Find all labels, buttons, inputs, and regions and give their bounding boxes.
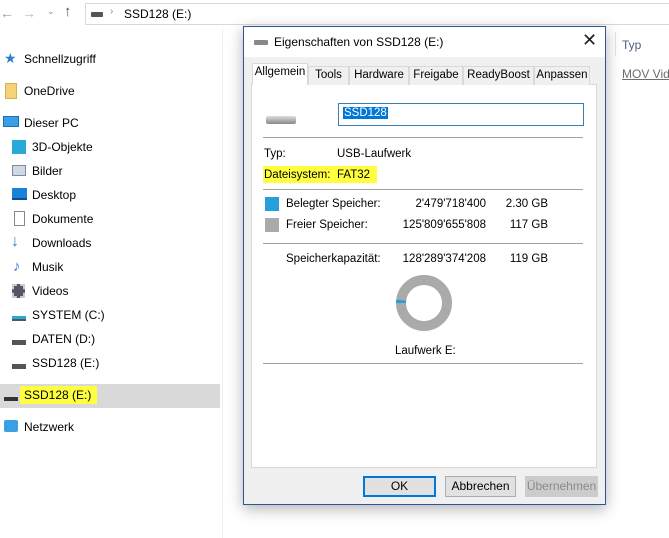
filesystem-value: FAT32 bbox=[337, 169, 371, 181]
back-arrow-icon[interactable]: ← bbox=[0, 5, 14, 21]
drive-letter-label: Laufwerk E: bbox=[395, 345, 456, 357]
capacity-bytes: 128'289'374'208 bbox=[402, 253, 486, 265]
drive-icon bbox=[91, 12, 103, 17]
free-space-size: 117 GB bbox=[509, 219, 548, 231]
cube-icon bbox=[12, 140, 26, 154]
download-arrow-icon: ↓ bbox=[11, 233, 19, 250]
drive-icon bbox=[254, 40, 268, 45]
divider bbox=[263, 137, 583, 138]
file-type-cell[interactable]: MOV Vid bbox=[622, 67, 669, 81]
highlight-marker: SSD128 (E:) bbox=[20, 386, 98, 404]
used-space-size: 2.30 GB bbox=[505, 198, 548, 210]
dialog-title-bar: Eigenschaften von SSD128 (E:) ✕ bbox=[244, 27, 605, 57]
drive-name-input[interactable]: SSD128 bbox=[338, 103, 584, 126]
forward-arrow-icon[interactable]: → bbox=[22, 5, 36, 21]
drive-large-icon bbox=[266, 116, 296, 124]
desktop-icon bbox=[12, 188, 27, 200]
filesystem-label: Dateisystem: bbox=[264, 169, 331, 181]
type-value: USB-Laufwerk bbox=[337, 148, 412, 160]
tab-readyboost[interactable]: ReadyBoost bbox=[463, 66, 534, 85]
ok-button[interactable]: OK bbox=[363, 476, 436, 497]
type-label: Typ: bbox=[264, 148, 286, 160]
network-icon bbox=[4, 420, 18, 432]
tab-freigabe[interactable]: Freigabe bbox=[409, 66, 463, 85]
tab-hardware[interactable]: Hardware bbox=[349, 66, 409, 85]
address-bar[interactable]: › SSD128 (E:) bbox=[85, 3, 669, 25]
usage-donut-chart bbox=[396, 275, 452, 331]
folder-icon bbox=[5, 83, 17, 99]
divider bbox=[263, 189, 583, 190]
tab-tools[interactable]: Tools bbox=[308, 66, 349, 85]
cancel-button[interactable]: Abbrechen bbox=[445, 476, 516, 497]
dialog-title: Eigenschaften von SSD128 (E:) bbox=[274, 35, 444, 49]
free-space-ring bbox=[396, 275, 452, 331]
free-space-label: Freier Speicher: bbox=[286, 219, 368, 231]
drive-icon bbox=[12, 316, 26, 321]
tab-allgemein[interactable]: Allgemein bbox=[252, 63, 308, 85]
monitor-icon bbox=[3, 116, 19, 127]
chevron-down-icon[interactable]: ⌄ bbox=[47, 6, 55, 17]
tab-anpassen[interactable]: Anpassen bbox=[534, 66, 590, 85]
capacity-label: Speicherkapazität: bbox=[286, 253, 381, 265]
document-icon bbox=[14, 211, 25, 226]
film-icon bbox=[12, 284, 25, 298]
free-space-swatch bbox=[265, 218, 279, 232]
usb-drive-icon bbox=[4, 397, 18, 401]
up-arrow-icon[interactable]: ↑ bbox=[64, 3, 72, 20]
sidebar-divider bbox=[222, 28, 223, 538]
close-icon[interactable]: ✕ bbox=[582, 30, 597, 51]
breadcrumb-separator-icon: › bbox=[110, 6, 114, 17]
picture-icon bbox=[12, 165, 26, 176]
divider bbox=[263, 243, 583, 244]
divider bbox=[263, 363, 583, 364]
capacity-size: 119 GB bbox=[509, 253, 548, 265]
used-space-swatch bbox=[265, 197, 279, 211]
free-space-bytes: 125'809'655'808 bbox=[402, 219, 486, 231]
drive-icon bbox=[12, 340, 26, 345]
drive-icon bbox=[12, 364, 26, 369]
star-icon: ★ bbox=[4, 50, 17, 66]
apply-button[interactable]: Übernehmen bbox=[525, 476, 598, 497]
used-space-bytes: 2'479'718'400 bbox=[415, 198, 486, 210]
music-note-icon: ♪ bbox=[13, 258, 21, 275]
column-separator bbox=[615, 32, 616, 56]
column-header-typ[interactable]: Typ bbox=[622, 38, 641, 52]
used-space-label: Belegter Speicher: bbox=[286, 198, 381, 210]
breadcrumb-path: SSD128 (E:) bbox=[124, 7, 192, 21]
